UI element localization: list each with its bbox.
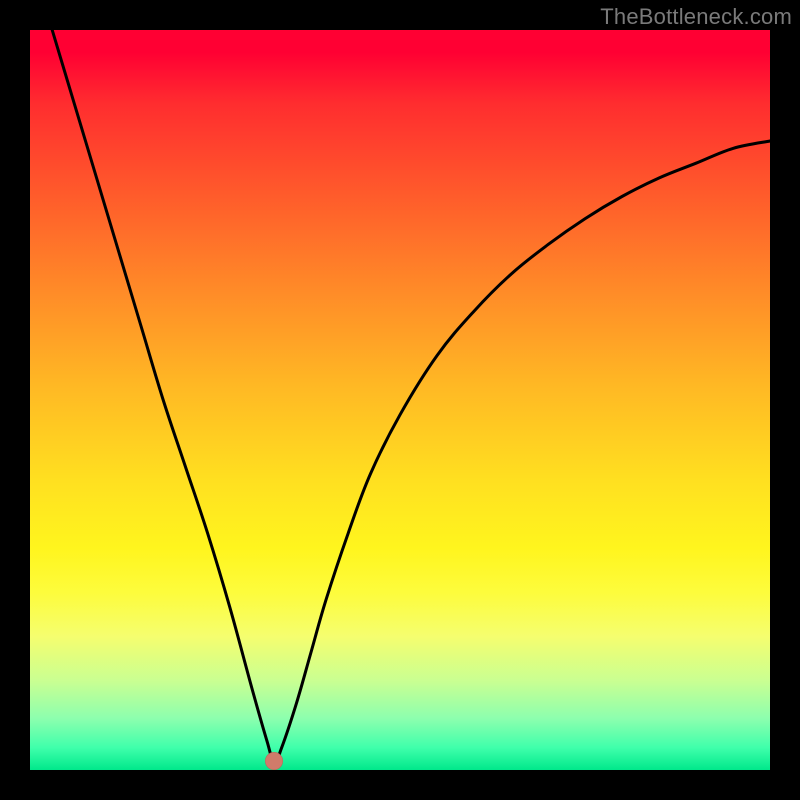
watermark-text: TheBottleneck.com (600, 4, 792, 30)
chart-plot (30, 30, 770, 770)
optimal-point-marker (265, 752, 283, 770)
chart-frame (30, 30, 770, 770)
bottleneck-curve (52, 30, 770, 763)
